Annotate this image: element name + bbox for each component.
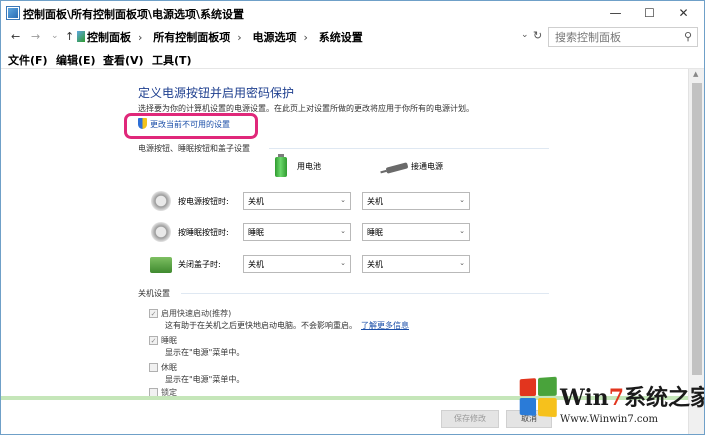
- select-value: 睡眠: [248, 228, 264, 237]
- hibernate-label: 休眠: [161, 363, 177, 372]
- highlight-box: [124, 113, 258, 139]
- fast-startup-label: 启用快速启动(推荐): [161, 309, 232, 318]
- watermark-brand: Win7系统之家: [560, 380, 705, 412]
- window-title: 控制面板\所有控制面板项\电源选项\系统设置: [23, 8, 245, 21]
- close-lid-label: 关闭盖子时:: [178, 260, 221, 269]
- chevron-down-icon: ⌄: [340, 259, 346, 267]
- close-lid-plugged-select[interactable]: 关机 ⌄: [362, 255, 470, 273]
- brand-suffix: 系统之家: [624, 385, 705, 411]
- control-panel-icon: [6, 6, 20, 20]
- up-arrow-icon[interactable]: ↑: [65, 30, 74, 43]
- sleep-button-plugged-select[interactable]: 睡眠 ⌄: [362, 223, 470, 241]
- search-icon[interactable]: ⚲: [684, 30, 692, 43]
- sleep-checkbox[interactable]: ✓: [149, 336, 158, 345]
- brand-win: Win: [560, 385, 609, 411]
- section-divider: [269, 148, 549, 149]
- scroll-up-icon[interactable]: ▲: [693, 70, 698, 78]
- power-button-plugged-select[interactable]: 关机 ⌄: [362, 192, 470, 210]
- fast-startup-description: 这有助于在关机之后更快地启动电脑。不会影响重启。 了解更多信息: [165, 320, 409, 331]
- power-button-label: 按电源按钮时:: [178, 197, 229, 206]
- column-plugged-in: 接通电源: [411, 162, 443, 171]
- scrollbar-thumb[interactable]: [692, 83, 702, 375]
- select-value: 关机: [367, 260, 383, 269]
- back-arrow-icon[interactable]: ←: [11, 30, 20, 43]
- close-lid-battery-select[interactable]: 关机 ⌄: [243, 255, 351, 273]
- description-text: 这有助于在关机之后更快地启动电脑。不会影响重启。: [165, 321, 357, 330]
- breadcrumb: 控制面板 › 所有控制面板项 › 电源选项 › 系统设置: [87, 31, 363, 44]
- chevron-down-icon: ⌄: [340, 196, 346, 204]
- address-bar: ← → ⌄ ↑ 控制面板› 所有控制面板项› 电源选项› 系统设置 ⌄ ↻ ⚲: [1, 26, 704, 48]
- control-panel-window: 控制面板\所有控制面板项\电源选项\系统设置 — ☐ ✕ ← → ⌄ ↑ 控制面…: [0, 0, 705, 435]
- power-plug-icon: [385, 162, 409, 174]
- chevron-down-icon: ⌄: [459, 259, 465, 267]
- watermark: Win7系统之家 Www.Winwin7.com: [514, 376, 705, 434]
- menu-view[interactable]: 查看(V): [103, 52, 144, 68]
- menu-tools[interactable]: 工具(T): [152, 52, 192, 68]
- address-dropdown-icon[interactable]: ⌄: [521, 30, 529, 40]
- breadcrumb-system-settings[interactable]: 系统设置: [319, 31, 363, 44]
- forward-arrow-icon[interactable]: →: [31, 30, 40, 43]
- breadcrumb-control-panel[interactable]: 控制面板: [87, 31, 131, 44]
- shutdown-section-title: 关机设置: [138, 289, 170, 298]
- hibernate-checkbox[interactable]: [149, 363, 158, 372]
- sleep-description: 显示在"电源"菜单中。: [165, 348, 245, 357]
- battery-icon: [275, 154, 287, 177]
- page-title: 定义电源按钮并启用密码保护: [138, 86, 295, 100]
- buttons-section-title: 电源按钮、睡眠按钮和盖子设置: [138, 144, 250, 153]
- menu-bar: 文件(F) 编辑(E) 查看(V) 工具(T): [1, 50, 704, 68]
- hibernate-description: 显示在"电源"菜单中。: [165, 375, 245, 384]
- section-divider: [181, 293, 549, 294]
- watermark-url: Www.Winwin7.com: [560, 414, 658, 425]
- recent-locations-icon[interactable]: ⌄: [51, 31, 59, 41]
- select-value: 关机: [248, 197, 264, 206]
- column-battery: 用电池: [297, 162, 321, 171]
- menu-edit[interactable]: 编辑(E): [56, 52, 96, 68]
- chevron-down-icon: ⌄: [340, 227, 346, 235]
- minimize-button[interactable]: —: [599, 1, 632, 25]
- refresh-icon[interactable]: ↻: [533, 29, 542, 42]
- close-button[interactable]: ✕: [667, 1, 700, 25]
- sleep-button-icon: [151, 222, 171, 242]
- title-bar: 控制面板\所有控制面板项\电源选项\系统设置 — ☐ ✕: [1, 1, 704, 26]
- power-button-icon: [151, 191, 171, 211]
- select-value: 睡眠: [367, 228, 383, 237]
- chevron-down-icon: ⌄: [459, 227, 465, 235]
- breadcrumb-power-options[interactable]: 电源选项: [253, 31, 297, 44]
- windows-logo-icon: [519, 376, 559, 420]
- sleep-label: 睡眠: [161, 336, 177, 345]
- search-box[interactable]: ⚲: [548, 27, 698, 47]
- maximize-button[interactable]: ☐: [633, 1, 666, 25]
- location-icon: [77, 31, 85, 42]
- power-button-battery-select[interactable]: 关机 ⌄: [243, 192, 351, 210]
- chevron-down-icon: ⌄: [459, 196, 465, 204]
- fast-startup-checkbox[interactable]: ✓: [149, 309, 158, 318]
- search-input[interactable]: [555, 29, 675, 45]
- select-value: 关机: [248, 260, 264, 269]
- select-value: 关机: [367, 197, 383, 206]
- sleep-button-battery-select[interactable]: 睡眠 ⌄: [243, 223, 351, 241]
- save-changes-button[interactable]: 保存修改: [441, 410, 499, 428]
- laptop-lid-icon: [150, 257, 172, 273]
- brand-seven: 7: [608, 385, 624, 411]
- breadcrumb-all-items[interactable]: 所有控制面板项: [153, 31, 230, 44]
- learn-more-link[interactable]: 了解更多信息: [361, 321, 409, 330]
- menu-file[interactable]: 文件(F): [8, 52, 48, 68]
- sleep-button-label: 按睡眠按钮时:: [178, 228, 229, 237]
